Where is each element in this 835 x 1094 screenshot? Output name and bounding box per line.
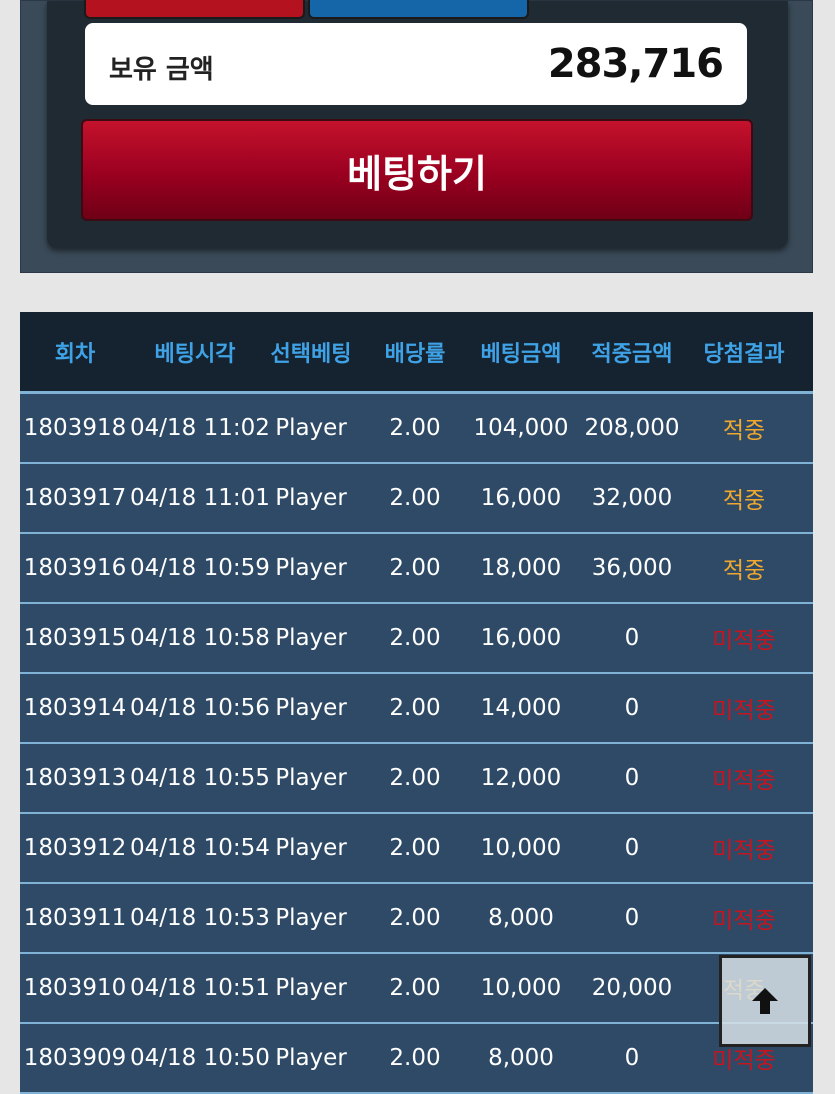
table-row: 1803917 04/18 11:01 Player 2.00 16,000 32,000… xyxy=(20,464,813,534)
cell-bet-amount: 16,000 xyxy=(480,485,562,511)
table-row: 1803913 04/18 10:55 Player 2.00 12,000 0 미적중 xyxy=(20,744,813,814)
cell-bet-time: 04/18 10:58 xyxy=(130,625,270,651)
cell-result: 미적중 xyxy=(712,838,776,864)
cell-win-amount: 208,000 xyxy=(584,415,680,441)
header-win-amount: 적중금액 xyxy=(591,341,673,367)
table-row: 1803914 04/18 10:56 Player 2.00 14,000 0 미적중 xyxy=(20,674,813,744)
table-row: 1803918 04/18 11:02 Player 2.00 104,000 208,0… xyxy=(20,394,813,464)
cell-bet-time: 04/18 10:51 xyxy=(130,975,270,1001)
cell-win-amount: 20,000 xyxy=(591,975,673,1001)
cell-selection: Player xyxy=(275,625,347,651)
cell-bet-time: 04/18 10:59 xyxy=(130,555,270,581)
balance-label: 보유 금액 xyxy=(109,54,214,85)
cell-result: 미적중 xyxy=(712,698,776,724)
cell-round: 1803914 xyxy=(23,695,127,721)
cell-result: 적중 xyxy=(722,488,766,514)
cell-result: 미적중 xyxy=(712,908,776,934)
cell-bet-time: 04/18 11:01 xyxy=(130,485,270,511)
player-select-button[interactable] xyxy=(84,0,305,19)
header-selection: 선택베팅 xyxy=(270,341,352,367)
cell-odds: 2.00 xyxy=(389,695,441,721)
header-odds: 배당률 xyxy=(384,341,446,367)
header-result: 당첨결과 xyxy=(703,341,785,367)
cell-selection: Player xyxy=(275,1045,347,1071)
cell-win-amount: 32,000 xyxy=(591,485,673,511)
cell-selection: Player xyxy=(275,835,347,861)
table-row: 1803911 04/18 10:53 Player 2.00 8,000 0 미적중 xyxy=(20,884,813,954)
cell-odds: 2.00 xyxy=(389,975,441,1001)
cell-round: 1803916 xyxy=(23,555,127,581)
cell-odds: 2.00 xyxy=(389,555,441,581)
cell-bet-time: 04/18 10:56 xyxy=(130,695,270,721)
cell-odds: 2.00 xyxy=(389,1045,441,1071)
cell-odds: 2.00 xyxy=(389,625,441,651)
cell-bet-amount: 16,000 xyxy=(480,625,562,651)
cell-odds: 2.00 xyxy=(389,415,441,441)
cell-win-amount: 0 xyxy=(624,835,640,861)
cell-round: 1803915 xyxy=(23,625,127,651)
table-row: 1803915 04/18 10:58 Player 2.00 16,000 0 미적중 xyxy=(20,604,813,674)
place-bet-button[interactable]: 베팅하기 xyxy=(81,119,753,221)
cell-bet-amount: 12,000 xyxy=(480,765,562,791)
cell-odds: 2.00 xyxy=(389,905,441,931)
cell-result: 적중 xyxy=(722,418,766,444)
cell-round: 1803909 xyxy=(23,1045,127,1071)
balance-box: 보유 금액 283,716 xyxy=(85,23,747,105)
cell-win-amount: 0 xyxy=(624,1045,640,1071)
cell-round: 1803918 xyxy=(23,415,127,441)
cell-bet-time: 04/18 10:55 xyxy=(130,765,270,791)
cell-win-amount: 0 xyxy=(624,695,640,721)
cell-result: 미적중 xyxy=(712,768,776,794)
scroll-to-top-button[interactable] xyxy=(719,955,811,1047)
header-bet-amount: 베팅금액 xyxy=(480,341,562,367)
banker-select-button[interactable] xyxy=(308,0,529,19)
cell-odds: 2.00 xyxy=(389,765,441,791)
cell-bet-amount: 14,000 xyxy=(480,695,562,721)
header-round: 회차 xyxy=(54,341,96,367)
cell-selection: Player xyxy=(275,975,347,1001)
cell-bet-time: 04/18 11:02 xyxy=(130,415,270,441)
cell-round: 1803917 xyxy=(23,485,127,511)
cell-win-amount: 0 xyxy=(624,765,640,791)
bet-history-table: 회차 베팅시각 선택베팅 배당률 베팅금액 적중금액 당첨결과 1803918 0… xyxy=(20,312,813,1094)
cell-win-amount: 0 xyxy=(624,905,640,931)
cell-selection: Player xyxy=(275,695,347,721)
cell-win-amount: 36,000 xyxy=(591,555,673,581)
header-bet-time: 베팅시각 xyxy=(154,341,236,367)
cell-bet-time: 04/18 10:54 xyxy=(130,835,270,861)
cell-bet-amount: 104,000 xyxy=(473,415,569,441)
cell-round: 1803910 xyxy=(23,975,127,1001)
cell-selection: Player xyxy=(275,555,347,581)
cell-round: 1803911 xyxy=(23,905,127,931)
table-body: 1803918 04/18 11:02 Player 2.00 104,000 208,0… xyxy=(20,394,813,1094)
betting-panel-inner: 보유 금액 283,716 베팅하기 xyxy=(47,0,788,248)
cell-bet-amount: 18,000 xyxy=(480,555,562,581)
cell-result: 미적중 xyxy=(712,628,776,654)
cell-selection: Player xyxy=(275,485,347,511)
cell-bet-amount: 10,000 xyxy=(480,975,562,1001)
cell-selection: Player xyxy=(275,905,347,931)
arrow-up-icon xyxy=(752,988,778,1014)
table-header: 회차 베팅시각 선택베팅 배당률 베팅금액 적중금액 당첨결과 xyxy=(20,312,813,394)
cell-round: 1803912 xyxy=(23,835,127,861)
table-row: 1803912 04/18 10:54 Player 2.00 10,000 0 미적중 xyxy=(20,814,813,884)
cell-bet-amount: 8,000 xyxy=(488,905,554,931)
cell-odds: 2.00 xyxy=(389,835,441,861)
table-row: 1803916 04/18 10:59 Player 2.00 18,000 36,000… xyxy=(20,534,813,604)
table-row: 1803910 04/18 10:51 Player 2.00 10,000 20,000… xyxy=(20,954,813,1024)
betting-panel: 보유 금액 283,716 베팅하기 xyxy=(20,0,813,273)
cell-bet-amount: 10,000 xyxy=(480,835,562,861)
cell-selection: Player xyxy=(275,415,347,441)
cell-win-amount: 0 xyxy=(624,625,640,651)
cell-bet-amount: 8,000 xyxy=(488,1045,554,1071)
table-row: 1803909 04/18 10:50 Player 2.00 8,000 0 미적중 xyxy=(20,1024,813,1094)
cell-bet-time: 04/18 10:53 xyxy=(130,905,270,931)
cell-bet-time: 04/18 10:50 xyxy=(130,1045,270,1071)
cell-selection: Player xyxy=(275,765,347,791)
cell-result: 적중 xyxy=(722,558,766,584)
balance-value: 283,716 xyxy=(547,41,724,87)
cell-round: 1803913 xyxy=(23,765,127,791)
cell-odds: 2.00 xyxy=(389,485,441,511)
